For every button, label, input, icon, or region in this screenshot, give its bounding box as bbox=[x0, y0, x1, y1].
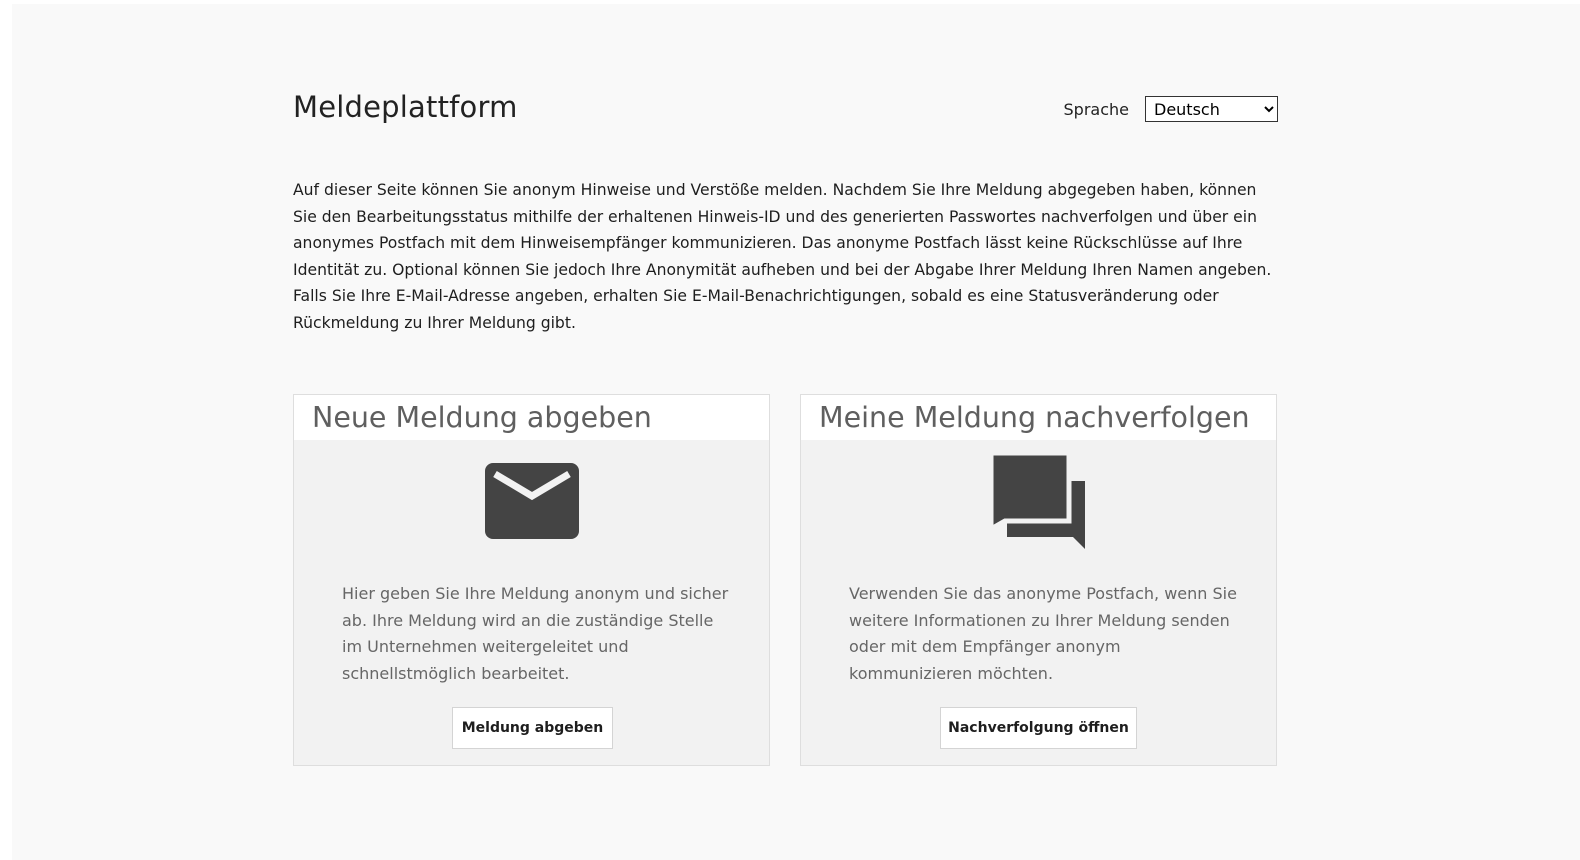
envelope-icon-graphic bbox=[484, 463, 579, 539]
open-tracking-button[interactable]: Nachverfolgung öffnen bbox=[940, 707, 1137, 749]
submit-report-button[interactable]: Meldung abgeben bbox=[452, 707, 613, 749]
page-header: Meldeplattform Sprache Deutsch bbox=[293, 90, 1278, 134]
card-title: Neue Meldung abgeben bbox=[312, 401, 652, 434]
page-title: Meldeplattform bbox=[293, 90, 518, 124]
card-header: Meine Meldung nachverfolgen bbox=[801, 395, 1276, 440]
chat-bubbles-icon-graphic bbox=[988, 450, 1085, 549]
new-report-card: Neue Meldung abgeben Hier geben Sie Ihre… bbox=[293, 394, 770, 766]
chat-bubbles-icon bbox=[801, 450, 1276, 553]
language-label: Sprache bbox=[1063, 99, 1129, 119]
card-description: Hier geben Sie Ihre Meldung anonym und s… bbox=[342, 584, 729, 683]
card-description: Verwenden Sie das anonyme Postfach, wenn… bbox=[849, 584, 1237, 683]
page-viewport: Meldeplattform Sprache Deutsch Auf diese… bbox=[12, 4, 1580, 860]
language-select[interactable]: Deutsch bbox=[1145, 96, 1278, 122]
language-switcher: Sprache Deutsch bbox=[1064, 96, 1278, 122]
track-report-card: Meine Meldung nachverfolgen Verwenden Si… bbox=[800, 394, 1277, 766]
envelope-icon bbox=[294, 463, 769, 543]
intro-text: Auf dieser Seite können Sie anonym Hinwe… bbox=[293, 181, 1272, 332]
card-title: Meine Meldung nachverfolgen bbox=[819, 401, 1250, 434]
card-header: Neue Meldung abgeben bbox=[294, 395, 769, 440]
